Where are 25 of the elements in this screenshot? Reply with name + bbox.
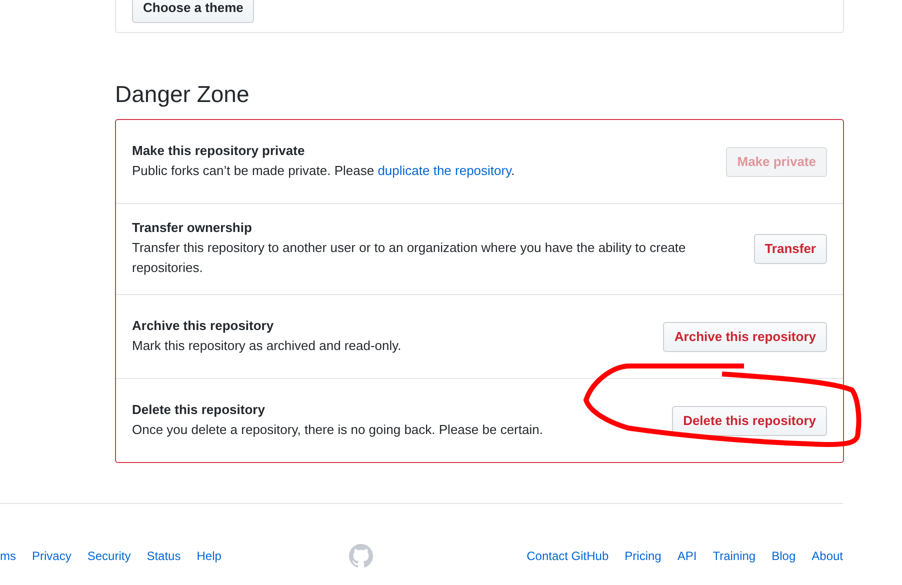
footer-link[interactable]: Blog <box>772 549 796 563</box>
danger-button[interactable]: Archive this repository <box>663 322 827 352</box>
choose-theme-button[interactable]: Choose a theme <box>132 0 254 23</box>
footer-link[interactable]: Training <box>712 549 756 563</box>
setting-title: Make this repository private <box>132 142 306 158</box>
setting-title: Delete this repository <box>132 402 266 416</box>
setting-title: Archive this repository <box>132 318 275 332</box>
footer-link[interactable]: ms <box>0 549 16 563</box>
footer-link[interactable]: Pricing <box>624 549 662 563</box>
setting-description: Public forks can’t be made private. Please duplicate the repository. <box>132 162 516 180</box>
setting-title: Transfer ownership <box>132 220 253 235</box>
setting-description: Transfer this repository to another user or to an organization where you have the ability to create repositories. <box>132 239 687 277</box>
footer-link[interactable]: Status <box>146 549 181 563</box>
footer-link[interactable]: Security <box>87 549 131 563</box>
footer-link[interactable]: API <box>677 549 697 563</box>
footer-link[interactable]: Help <box>196 549 222 563</box>
cat-logo-icon[interactable] <box>349 544 374 568</box>
setting-description: Once you delete a repository, there is no going back. Please be certain. <box>132 420 544 439</box>
footer-link[interactable]: About <box>812 549 843 563</box>
footer-link[interactable]: Privacy <box>32 549 72 563</box>
section-heading: Danger Zone <box>115 80 250 108</box>
danger-button[interactable]: Transfer <box>754 234 827 264</box>
footer-link[interactable]: Contact GitHub <box>526 549 609 563</box>
setting-description: Mark this repository as archived and read-only. <box>132 336 402 355</box>
danger-button[interactable]: Delete this repository <box>672 406 827 436</box>
